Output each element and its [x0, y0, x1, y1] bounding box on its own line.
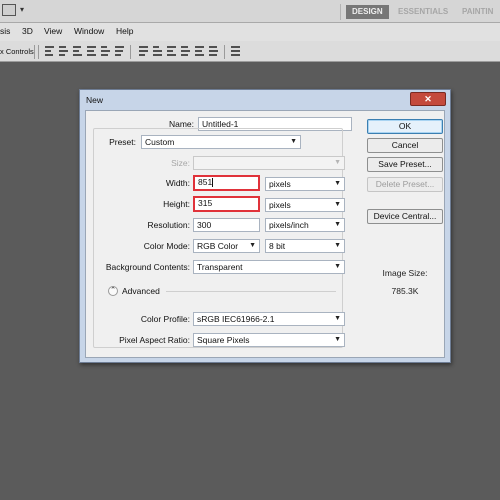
color-profile-label: Color Profile: — [140, 314, 190, 324]
width-unit-value: pixels — [269, 179, 291, 189]
color-profile-select[interactable]: sRGB IEC61966-2.1 ▼ — [193, 312, 345, 326]
height-unit-value: pixels — [269, 200, 291, 210]
workspace-painting[interactable]: PAINTIN — [462, 5, 493, 19]
pixel-aspect-ratio-value: Square Pixels — [197, 335, 250, 345]
text-cursor — [212, 178, 214, 188]
color-profile-value: sRGB IEC61966-2.1 — [197, 314, 275, 324]
advanced-toggle-button[interactable]: ⌃ — [108, 286, 118, 296]
width-label: Width: — [165, 178, 190, 188]
pixel-aspect-ratio-select[interactable]: Square Pixels ▼ — [193, 333, 345, 347]
background-contents-select[interactable]: Transparent ▼ — [193, 260, 345, 274]
workspace-design[interactable]: DESIGN — [346, 5, 389, 19]
delete-preset-button: Delete Preset... — [367, 177, 443, 192]
chevron-down-icon: ▼ — [334, 159, 341, 166]
width-input[interactable]: 851 — [193, 175, 260, 191]
advanced-divider — [166, 291, 336, 292]
align-horizontal-center-icon[interactable] — [100, 45, 111, 57]
options-divider — [224, 45, 225, 59]
dialog-title: New — [86, 95, 104, 105]
menu-analysis[interactable]: sis — [0, 26, 10, 36]
advanced-label[interactable]: Advanced — [122, 286, 160, 296]
save-preset-button[interactable]: Save Preset... — [367, 157, 443, 172]
distribute-vertical-center-icon[interactable] — [152, 45, 163, 57]
chevron-down-icon: ▼ — [334, 263, 341, 270]
resolution-label: Resolution: — [147, 220, 190, 230]
menu-bar: sis 3D View Window Help — [0, 23, 500, 41]
align-left-icon[interactable] — [86, 45, 97, 57]
distribute-left-icon[interactable] — [180, 45, 191, 57]
align-bottom-icon[interactable] — [72, 45, 83, 57]
options-divider — [34, 45, 35, 59]
align-right-icon[interactable] — [114, 45, 125, 57]
menu-view[interactable]: View — [44, 26, 62, 36]
resolution-unit-value: pixels/inch — [269, 220, 309, 230]
dialog-body: Name: Untitled-1 Preset: Custom ▼ Size: … — [85, 110, 445, 358]
preset-select[interactable]: Custom ▼ — [141, 135, 301, 149]
background-contents-label: Background Contents: — [105, 262, 190, 272]
new-document-dialog: New ✕ Name: Untitled-1 Preset: Custom ▼ … — [79, 89, 451, 363]
preset-label: Preset: — [102, 137, 138, 147]
app-logo-icon[interactable] — [2, 4, 16, 16]
height-input[interactable]: 315 — [193, 196, 260, 212]
distribute-bottom-icon[interactable] — [166, 45, 177, 57]
chevron-down-icon: ▼ — [249, 242, 256, 249]
app-menu-chevron-icon[interactable]: ▾ — [20, 5, 24, 14]
image-size-label: Image Size: — [382, 268, 428, 278]
chevron-up-icon: ⌃ — [110, 287, 116, 294]
width-unit-select[interactable]: pixels ▼ — [265, 177, 345, 191]
close-button[interactable]: ✕ — [410, 92, 446, 106]
chevron-down-icon: ▼ — [334, 242, 341, 249]
background-contents-value: Transparent — [197, 262, 243, 272]
width-value: 851 — [198, 177, 213, 187]
chevron-down-icon: ▼ — [334, 201, 341, 208]
options-divider — [38, 45, 39, 59]
distribute-right-icon[interactable] — [208, 45, 219, 57]
options-bar: x Controls — [0, 41, 500, 62]
distribute-horizontal-center-icon[interactable] — [194, 45, 205, 57]
height-unit-select[interactable]: pixels ▼ — [265, 198, 345, 212]
cancel-button[interactable]: Cancel — [367, 138, 443, 153]
height-label: Height: — [163, 199, 190, 209]
image-size-value: 785.3K — [391, 286, 419, 296]
bit-depth-value: 8 bit — [269, 241, 286, 251]
color-mode-value: RGB Color — [197, 241, 239, 251]
chevron-down-icon: ▼ — [334, 315, 341, 322]
chevron-down-icon: ▼ — [334, 221, 341, 228]
menu-help[interactable]: Help — [116, 26, 133, 36]
menu-window[interactable]: Window — [74, 26, 104, 36]
chevron-down-icon: ▼ — [334, 180, 341, 187]
options-divider — [130, 45, 131, 59]
size-label: Size: — [171, 158, 190, 168]
menu-3d[interactable]: 3D — [22, 26, 33, 36]
distribute-top-icon[interactable] — [138, 45, 149, 57]
color-mode-label: Color Mode: — [143, 241, 190, 251]
resolution-unit-select[interactable]: pixels/inch ▼ — [265, 218, 345, 232]
workspace-divider — [340, 4, 341, 20]
resolution-input[interactable]: 300 — [193, 218, 260, 232]
transform-controls-label[interactable]: x Controls — [0, 47, 34, 56]
align-top-icon[interactable] — [44, 45, 55, 57]
application-bar: ▾ DESIGN ESSENTIALS PAINTIN — [0, 0, 500, 23]
auto-align-icon[interactable] — [230, 45, 241, 57]
preset-value: Custom — [145, 137, 175, 147]
pixel-aspect-ratio-label: Pixel Aspect Ratio: — [119, 335, 190, 345]
size-select: ▼ — [193, 156, 345, 170]
bit-depth-select[interactable]: 8 bit ▼ — [265, 239, 345, 253]
workspace-essentials[interactable]: ESSENTIALS — [398, 5, 448, 19]
color-mode-select[interactable]: RGB Color ▼ — [193, 239, 260, 253]
chevron-down-icon: ▼ — [290, 138, 297, 145]
chevron-down-icon: ▼ — [334, 336, 341, 343]
device-central-button[interactable]: Device Central... — [367, 209, 443, 224]
close-icon: ✕ — [424, 94, 432, 104]
ok-button[interactable]: OK — [367, 119, 443, 134]
align-vertical-center-icon[interactable] — [58, 45, 69, 57]
